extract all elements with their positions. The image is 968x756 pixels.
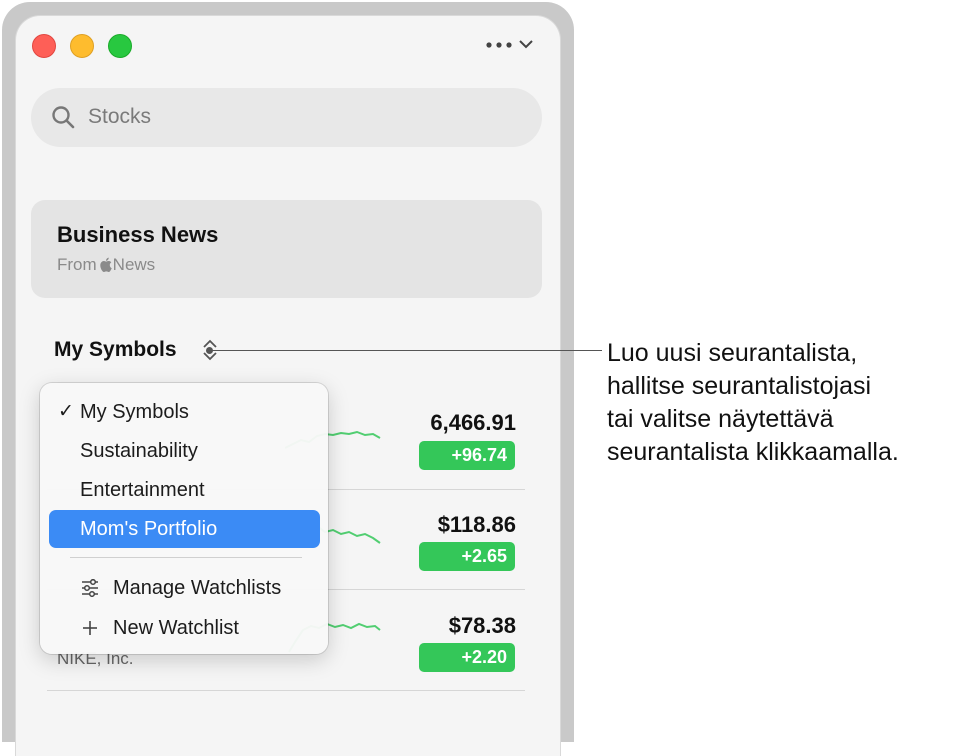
change-badge[interactable]: +96.74 [419, 441, 515, 470]
stock-price: $118.86 [437, 512, 516, 537]
sliders-icon [81, 578, 99, 602]
change-badge[interactable]: +2.20 [419, 643, 515, 672]
change-badge[interactable]: +2.65 [419, 542, 515, 571]
menu-separator [70, 557, 302, 558]
zoom-button[interactable] [108, 34, 132, 58]
news-title: Business News [57, 222, 219, 247]
watchlist-header: My Symbols [54, 338, 177, 361]
watchlist-menu: ✓ My Symbols Sustainability Entertainmen… [40, 383, 328, 654]
checkmark-icon: ✓ [58, 401, 74, 422]
callout-line [210, 350, 602, 351]
menu-item-moms-portfolio[interactable]: Mom's Portfolio [49, 510, 320, 548]
callout-line-4: seurantalista klikkaamalla. [607, 438, 899, 466]
menu-item-sustainability[interactable]: Sustainability [49, 432, 320, 470]
apple-logo-icon [99, 257, 112, 277]
ellipsis-chevron-icon [486, 40, 533, 49]
search-field[interactable]: Stocks [31, 88, 542, 147]
callout-line-2: hallitse seurantalistojasi [607, 372, 872, 400]
minimize-button[interactable] [70, 34, 94, 58]
menu-item-my-symbols[interactable]: ✓ My Symbols [49, 393, 320, 431]
callout-text: Luo uusi seurantalista, hallitse seurant… [607, 337, 899, 469]
search-icon [51, 105, 75, 134]
plus-icon [81, 619, 99, 642]
menu-item-manage-watchlists[interactable]: Manage Watchlists [49, 569, 320, 607]
more-options-button[interactable] [484, 32, 544, 58]
search-placeholder: Stocks [88, 105, 152, 128]
news-source: From News [57, 255, 155, 277]
callout-line-1: Luo uusi seurantalista, [607, 339, 858, 367]
callout-line-3: tai valitse näytettävä [607, 405, 834, 433]
stock-price: 6,466.91 [430, 410, 516, 435]
menu-item-entertainment[interactable]: Entertainment [49, 471, 320, 509]
row-divider [47, 690, 525, 691]
business-news-card[interactable]: Business News From News [31, 200, 542, 298]
menu-item-new-watchlist[interactable]: New Watchlist [49, 609, 320, 647]
stock-price: $78.38 [448, 613, 516, 638]
close-button[interactable] [32, 34, 56, 58]
